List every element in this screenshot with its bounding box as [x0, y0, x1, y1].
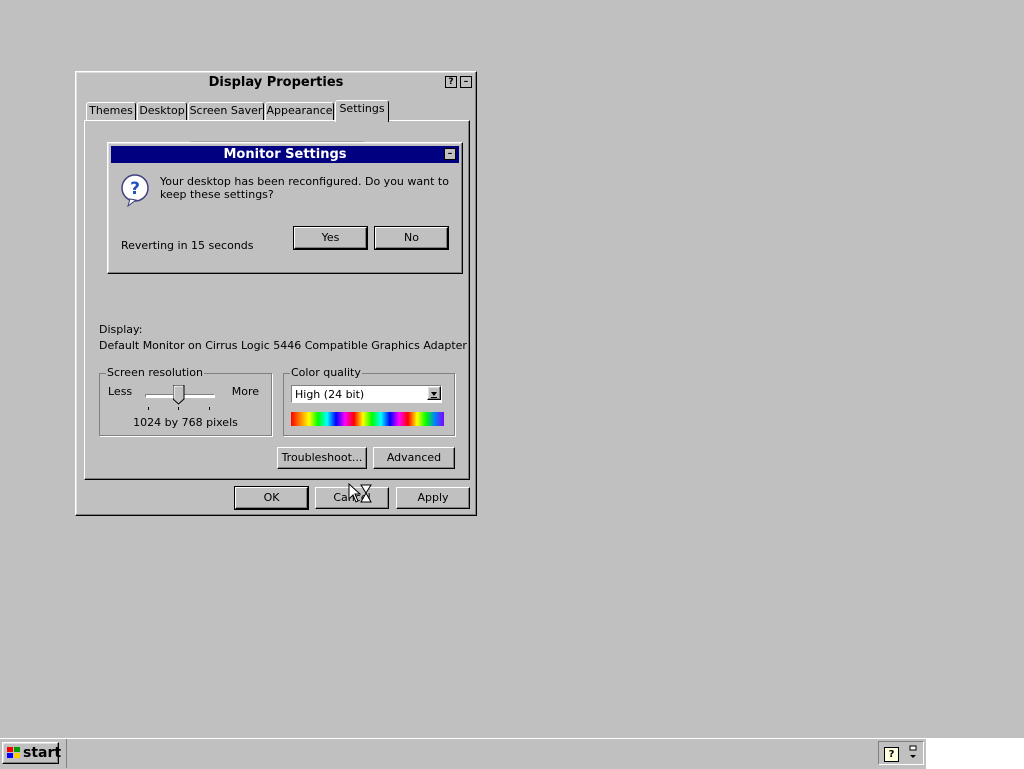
- color-quality-value: High (24 bit): [295, 388, 365, 401]
- apply-button[interactable]: Apply: [396, 487, 470, 509]
- start-label: start: [23, 745, 62, 761]
- countdown-text: Reverting in 15 seconds: [121, 239, 254, 252]
- taskbar-divider: [66, 739, 67, 768]
- minimize-button[interactable]: –: [460, 76, 472, 88]
- tab-appearance[interactable]: Appearance: [265, 102, 334, 120]
- color-quality-legend: Color quality: [290, 366, 362, 379]
- dropdown-arrow-button[interactable]: [427, 386, 441, 400]
- screen-edge: [926, 739, 1024, 769]
- less-label: Less: [108, 385, 133, 398]
- display-value: Default Monitor on Cirrus Logic 5446 Com…: [99, 339, 467, 352]
- start-button[interactable]: start: [2, 742, 62, 764]
- question-icon: ?: [120, 173, 150, 210]
- help-icon[interactable]: ?: [884, 747, 899, 762]
- screen-resolution-legend: Screen resolution: [106, 366, 204, 379]
- monitor-settings-dialog: Monitor Settings – ? Your desktop has be…: [107, 142, 463, 274]
- busy-cursor-icon: [348, 482, 374, 508]
- tick-mark: [148, 407, 149, 410]
- dialog-title: Monitor Settings: [111, 146, 459, 163]
- advanced-button[interactable]: Advanced: [373, 447, 455, 469]
- display-label: Display:: [99, 323, 143, 336]
- color-quality-select[interactable]: High (24 bit): [291, 385, 442, 403]
- chevron-down-icon: [431, 392, 437, 398]
- system-tray: ?: [878, 741, 924, 765]
- color-quality-group: Color quality High (24 bit): [283, 367, 455, 436]
- troubleshoot-button[interactable]: Troubleshoot...: [277, 447, 367, 469]
- no-button[interactable]: No: [374, 226, 449, 250]
- resolution-value: 1024 by 768 pixels: [133, 416, 238, 429]
- help-button[interactable]: ?: [445, 76, 457, 88]
- taskbar: start ?: [0, 738, 1024, 769]
- resolution-slider-thumb[interactable]: [172, 384, 185, 408]
- tick-mark: [209, 407, 210, 410]
- dialog-message: Your desktop has been reconfigured. Do y…: [160, 175, 449, 201]
- windows-logo-icon: [7, 747, 20, 758]
- tab-settings[interactable]: Settings: [335, 100, 389, 122]
- more-label: More: [231, 385, 259, 398]
- network-icon[interactable]: [907, 745, 919, 761]
- screen-resolution-group: Screen resolution Less More 1024 by 768 …: [99, 367, 272, 436]
- display-properties-window: Display Properties ? – Themes Desktop Sc…: [75, 71, 477, 516]
- yes-button[interactable]: Yes: [293, 226, 368, 250]
- svg-text:?: ?: [130, 179, 140, 199]
- dialog-minimize-button[interactable]: –: [444, 148, 456, 160]
- tab-desktop[interactable]: Desktop: [137, 102, 187, 120]
- tab-themes[interactable]: Themes: [86, 102, 136, 120]
- tab-screen-saver[interactable]: Screen Saver: [188, 102, 264, 120]
- ok-button[interactable]: OK: [234, 486, 309, 510]
- window-title: Display Properties: [78, 74, 474, 92]
- color-spectrum-bar: [291, 412, 444, 426]
